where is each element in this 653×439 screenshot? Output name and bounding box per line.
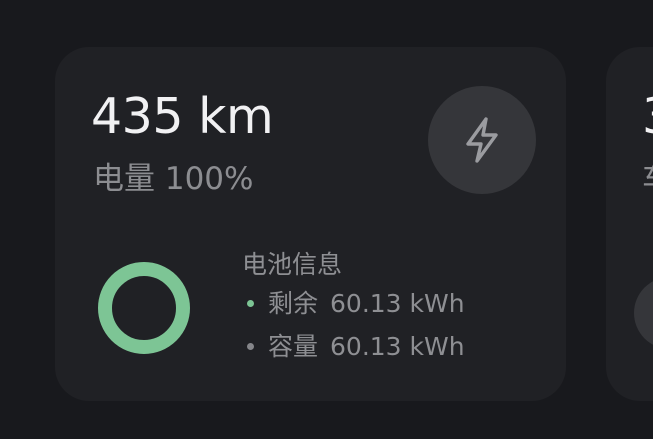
remaining-value: 60.13 kWh <box>330 289 465 318</box>
lightning-bolt-icon <box>466 117 498 163</box>
next-card-icon-button[interactable] <box>634 277 653 349</box>
battery-level-ring <box>98 262 190 354</box>
charge-percent: 电量 100% <box>93 161 254 197</box>
next-card-value: 3 <box>642 89 653 145</box>
range-value: 435 km <box>91 88 274 145</box>
remaining-row: 剩余 60.13 kWh <box>242 282 465 325</box>
capacity-row: 容量 60.13 kWh <box>242 325 465 368</box>
capacity-dot <box>247 343 254 350</box>
capacity-label: 容量 <box>268 332 319 361</box>
next-card[interactable]: 3 车 <box>606 47 653 401</box>
charge-button[interactable] <box>428 86 536 194</box>
battery-ring-fill <box>98 262 190 354</box>
next-card-label: 车 <box>642 159 653 199</box>
screen: 435 km 电量 100% 电池信息 剩余 60.13 kWh 容量 60.1… <box>0 0 653 439</box>
battery-info: 电池信息 剩余 60.13 kWh 容量 60.13 kWh <box>242 248 465 368</box>
remaining-label: 剩余 <box>268 289 319 318</box>
battery-card[interactable]: 435 km 电量 100% 电池信息 剩余 60.13 kWh 容量 60.1… <box>55 47 566 401</box>
capacity-value: 60.13 kWh <box>330 332 465 361</box>
battery-info-title: 电池信息 <box>242 250 343 279</box>
remaining-dot <box>247 300 254 307</box>
